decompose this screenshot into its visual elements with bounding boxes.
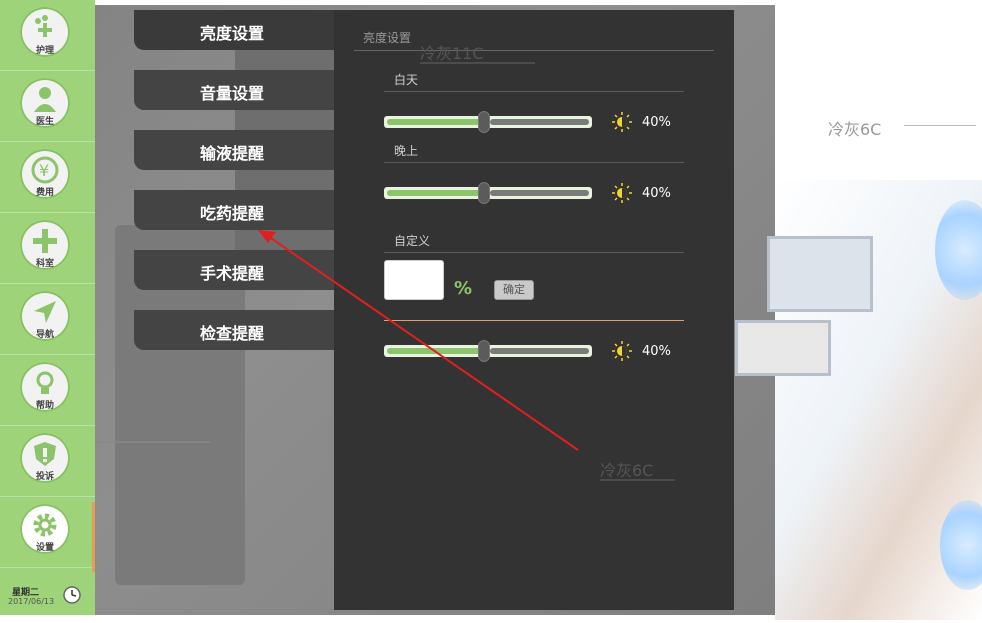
slider-track xyxy=(490,119,589,125)
tab-volume-label: 音量设置 xyxy=(200,84,265,103)
tab-surgery-label: 手术提醒 xyxy=(200,264,265,283)
nav-label-navigation: 导航 xyxy=(35,330,54,340)
brightness-sun-icon xyxy=(612,341,632,361)
panel-title-divider xyxy=(354,50,714,51)
svg-text:¥: ¥ xyxy=(39,161,49,180)
nav-label-nursing: 护理 xyxy=(35,46,54,56)
slider-track xyxy=(490,190,589,196)
tab-medicine-label: 吃药提醒 xyxy=(200,204,265,223)
annotation-right-line xyxy=(904,125,976,126)
night-value: 40% xyxy=(642,186,671,201)
sidebar-nav: 护理 医生 ¥ 费用 科室 导航 帮助 投诉 设置 xyxy=(0,0,95,615)
slider-handle[interactable] xyxy=(478,182,490,204)
annotation-top: 冷灰11C xyxy=(420,44,484,63)
custom-label: 自定义 xyxy=(394,234,431,248)
panel-title: 亮度设置 xyxy=(363,31,412,45)
slider-track xyxy=(490,348,589,354)
nav-item-cost[interactable]: ¥ 费用 xyxy=(0,142,95,213)
tab-brightness[interactable]: 亮度设置 xyxy=(134,10,354,50)
slider-fill xyxy=(387,119,484,125)
night-divider xyxy=(384,162,684,163)
tab-volume[interactable]: 音量设置 xyxy=(134,70,354,110)
date-label: 2017/06/13 xyxy=(8,597,55,606)
day-label: 白天 xyxy=(394,73,419,87)
tab-exam-reminder[interactable]: 检查提醒 xyxy=(134,310,354,350)
custom-slider-value: 40% xyxy=(642,344,671,359)
brightness-panel xyxy=(334,10,734,610)
custom-brightness-slider[interactable] xyxy=(384,340,592,362)
slider-handle[interactable] xyxy=(478,340,490,362)
brightness-sun-icon xyxy=(612,112,632,132)
day-value: 40% xyxy=(642,115,671,130)
night-label: 晚上 xyxy=(394,144,419,158)
nav-label-complaint: 投诉 xyxy=(35,472,54,482)
slider-fill xyxy=(387,348,484,354)
nav-label-settings: 设置 xyxy=(35,543,54,553)
custom-unit-label: % xyxy=(454,278,473,299)
slider-fill xyxy=(387,190,484,196)
nav-item-doctor[interactable]: 医生 xyxy=(0,71,95,142)
nav-item-navigation[interactable]: 导航 xyxy=(0,284,95,355)
nav-label-doctor: 医生 xyxy=(35,117,54,127)
background-hand-image xyxy=(735,180,982,620)
night-brightness-slider[interactable] xyxy=(384,182,592,204)
nav-item-nursing[interactable]: 护理 xyxy=(0,0,95,71)
brightness-sun-icon xyxy=(612,183,632,203)
tab-surgery-reminder[interactable]: 手术提醒 xyxy=(134,250,354,290)
day-brightness-slider[interactable] xyxy=(384,111,592,133)
custom-divider-accent xyxy=(384,320,684,321)
annotation-right: 冷灰6C xyxy=(828,120,882,139)
nav-item-department[interactable]: 科室 xyxy=(0,213,95,284)
tab-infusion-label: 输液提醒 xyxy=(200,144,265,163)
tab-infusion-reminder[interactable]: 输液提醒 xyxy=(134,130,354,170)
tab-medicine-reminder[interactable]: 吃药提醒 xyxy=(134,190,354,230)
tab-exam-label: 检查提醒 xyxy=(200,324,265,343)
custom-brightness-input[interactable] xyxy=(384,260,444,300)
clock-icon xyxy=(62,585,82,605)
tab-brightness-label: 亮度设置 xyxy=(200,24,265,43)
nav-label-department: 科室 xyxy=(35,259,54,269)
nav-item-settings[interactable]: 设置 xyxy=(0,497,95,568)
slider-handle[interactable] xyxy=(478,111,490,133)
confirm-button[interactable]: 确定 xyxy=(494,280,534,300)
nav-label-cost: 费用 xyxy=(35,188,54,198)
nav-item-help[interactable]: 帮助 xyxy=(0,355,95,426)
nav-label-help: 帮助 xyxy=(35,401,54,411)
annotation-bottom: 冷灰6C xyxy=(600,461,654,480)
nav-item-complaint[interactable]: 投诉 xyxy=(0,426,95,497)
day-divider xyxy=(384,91,684,92)
custom-divider xyxy=(384,252,684,253)
